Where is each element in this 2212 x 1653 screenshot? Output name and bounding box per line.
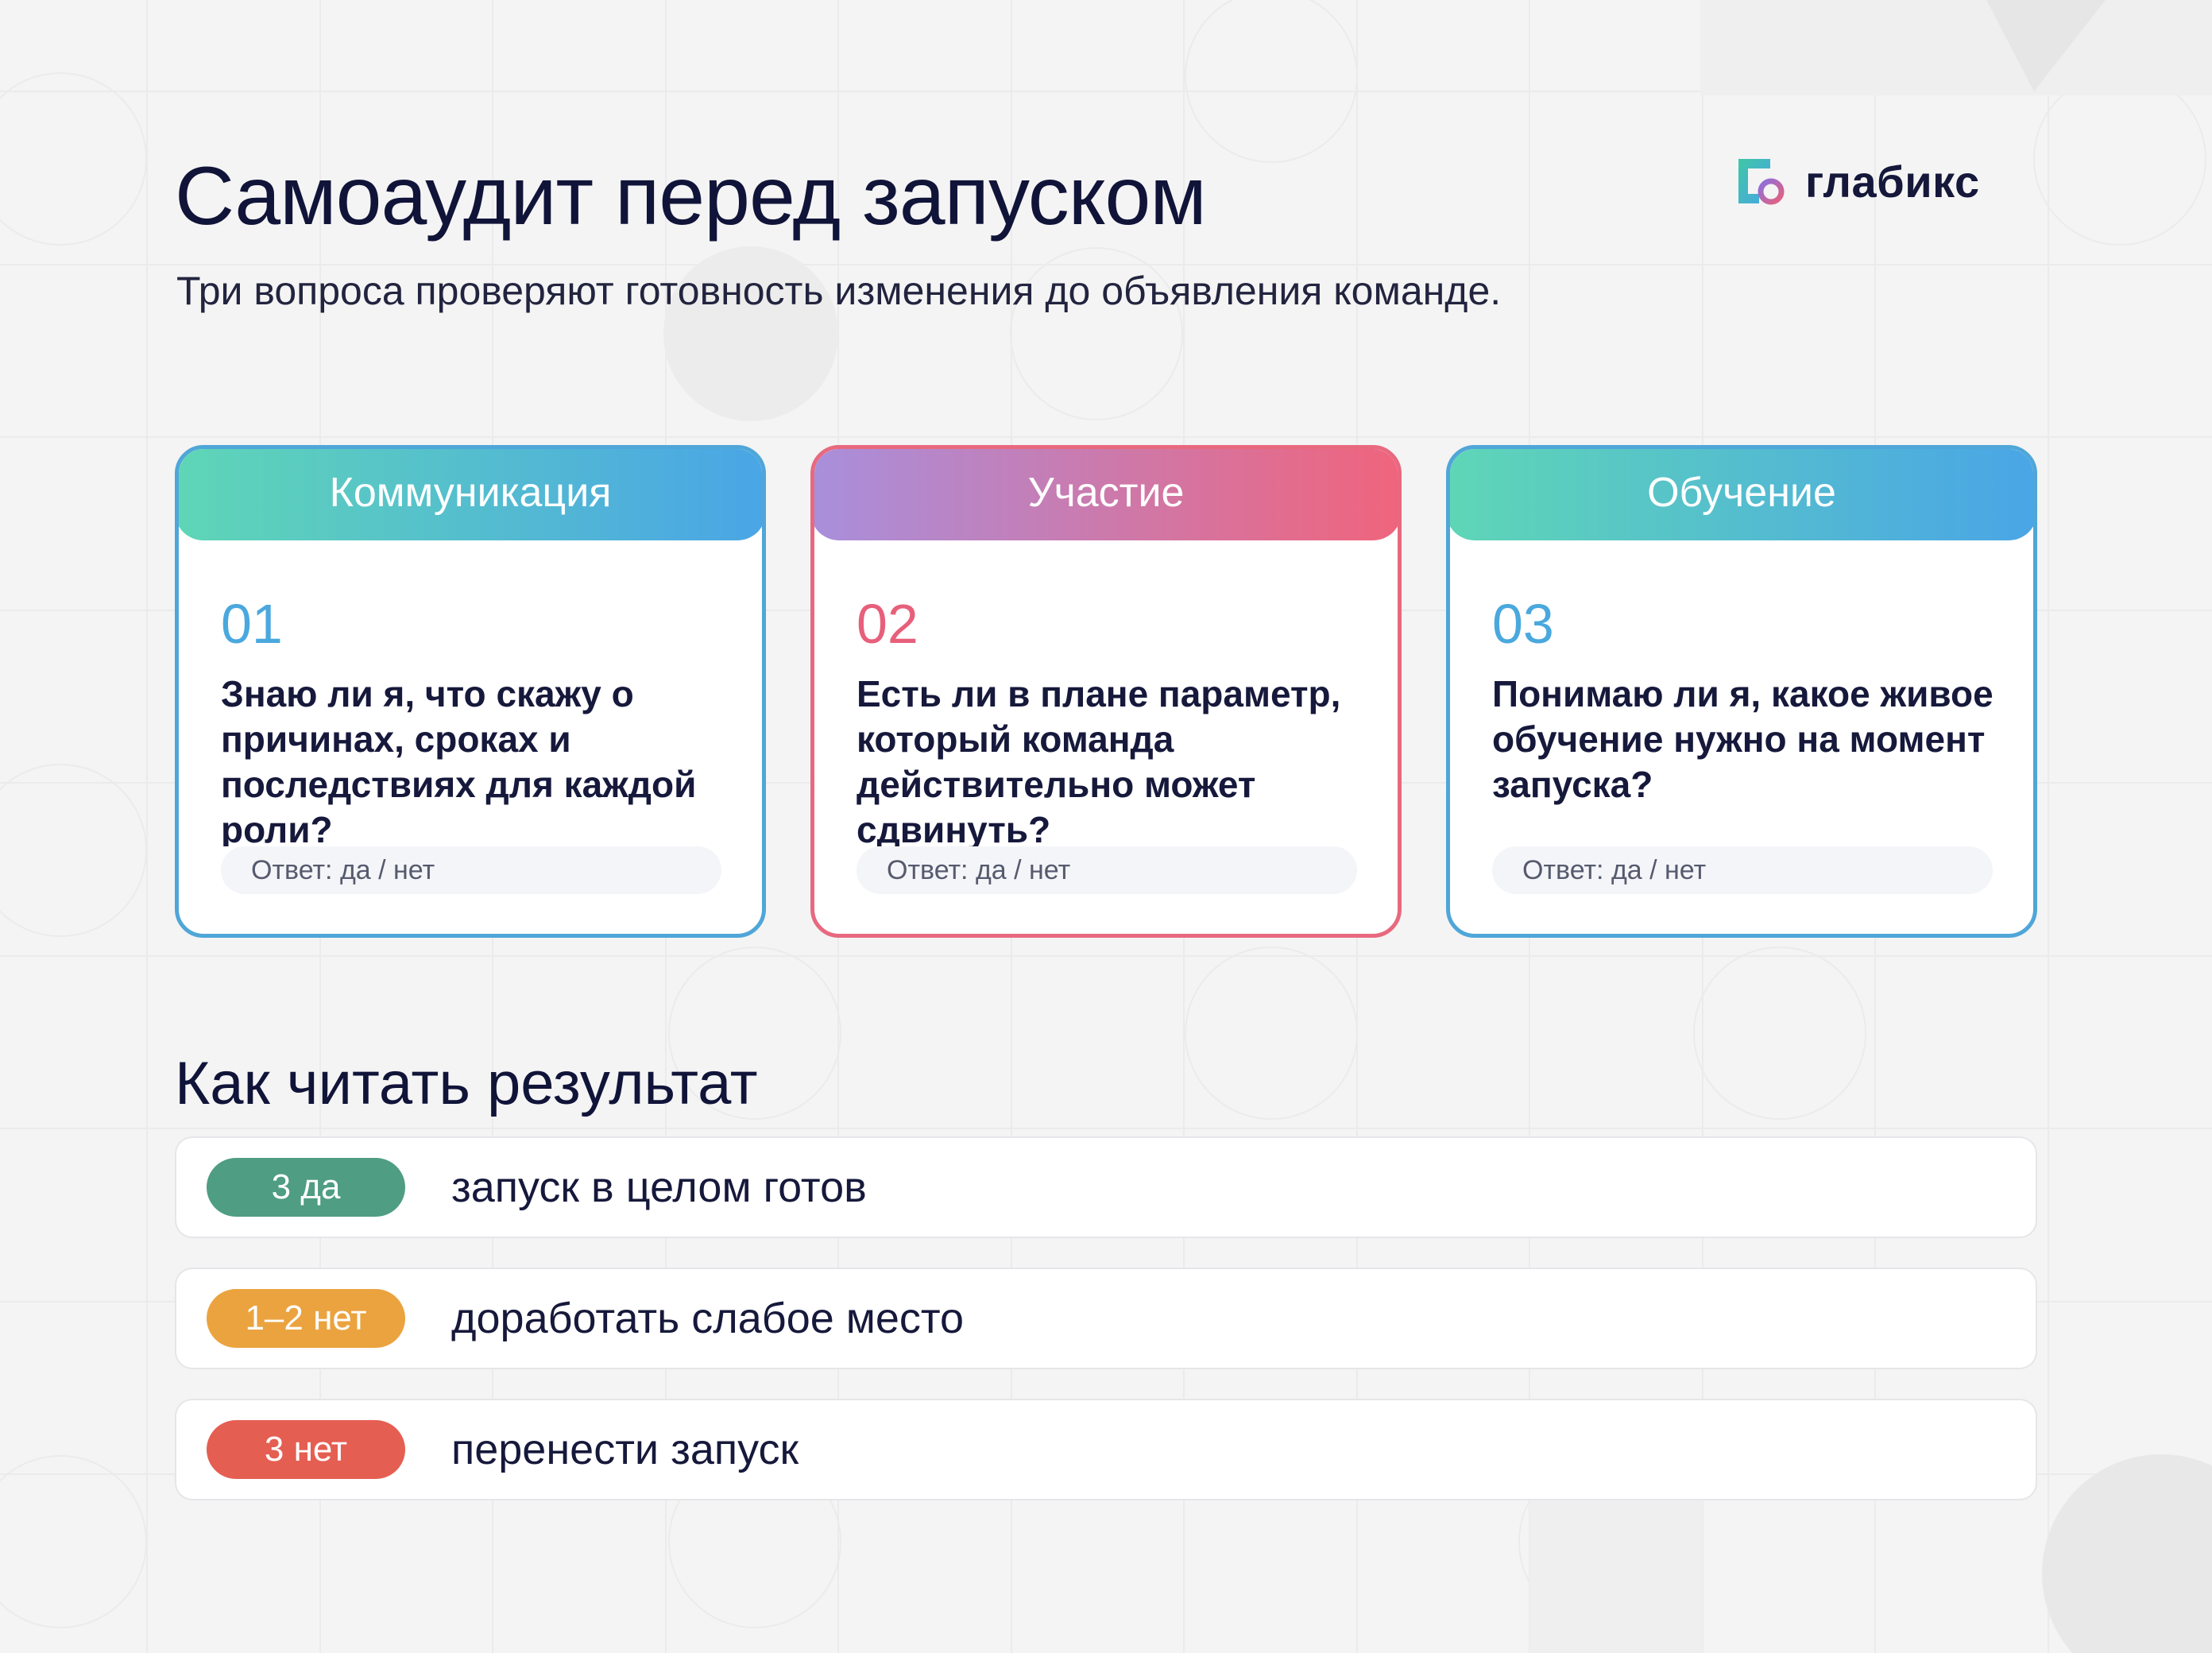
glabiks-logo-icon xyxy=(1738,159,1785,205)
card-category-label: Обучение xyxy=(1450,449,2033,540)
question-card-participation: Участие 02 Есть ли в плане параметр, кот… xyxy=(810,445,1402,938)
result-badge: 3 нет xyxy=(207,1420,405,1479)
card-answer-field: Ответ: да / нет xyxy=(857,846,1357,894)
result-row-postpone: 3 нет перенести запуск xyxy=(175,1399,2037,1500)
card-answer-field: Ответ: да / нет xyxy=(1492,846,1993,894)
card-answer-field: Ответ: да / нет xyxy=(221,846,721,894)
question-card-training: Обучение 03 Понимаю ли я, какое живое об… xyxy=(1446,445,2037,938)
card-category-label: Участие xyxy=(814,449,1398,540)
result-row-improve: 1–2 нет доработать слабое место xyxy=(175,1268,2037,1369)
page-title: Самоаудит перед запуском xyxy=(175,150,1207,242)
card-number: 01 xyxy=(221,593,283,655)
page-subtitle: Три вопроса проверяют готовность изменен… xyxy=(176,269,1502,313)
brand-name: глабикс xyxy=(1805,156,1980,207)
card-question: Понимаю ли я, какое живое обучение нужно… xyxy=(1492,673,1994,805)
card-question: Есть ли в плане параметр, который команд… xyxy=(857,673,1341,846)
card-category-label: Коммуникация xyxy=(179,449,762,540)
question-card-communication: Коммуникация 01 Знаю ли я, что скажу о п… xyxy=(175,445,766,938)
result-description: запуск в целом готов xyxy=(451,1163,867,1211)
result-row-ready: 3 да запуск в целом готов xyxy=(175,1136,2037,1238)
card-number: 02 xyxy=(857,593,918,655)
card-number: 03 xyxy=(1492,593,1554,655)
card-question: Знаю ли я, что скажу о причинах, сроках … xyxy=(221,673,697,846)
brand-logo: глабикс xyxy=(1735,156,1980,207)
results-section-title: Как читать результат xyxy=(175,1050,758,1117)
result-badge: 3 да xyxy=(207,1158,405,1217)
result-description: перенести запуск xyxy=(451,1426,799,1473)
result-badge: 1–2 нет xyxy=(207,1289,405,1348)
result-description: доработать слабое место xyxy=(451,1295,965,1342)
